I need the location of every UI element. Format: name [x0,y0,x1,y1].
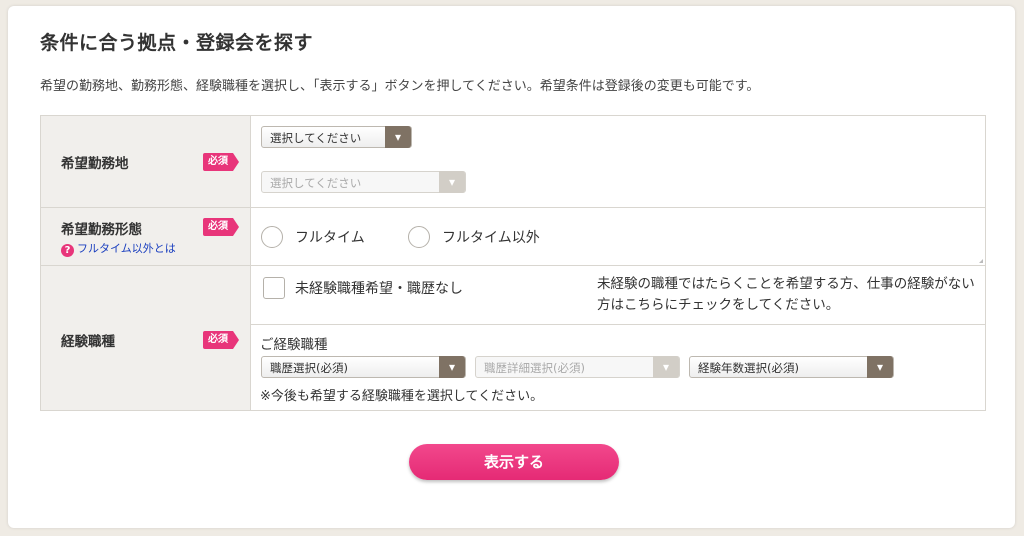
page-lead-text: 希望の勤務地、勤務形態、経験職種を選択し、「表示する」ボタンを押してください。希… [40,79,760,94]
job-select-value: 職歴選択(必須) [270,361,348,375]
radio-non-fulltime-label: フルタイム以外 [442,230,540,246]
search-form-table: 希望勤務地 必須 選択してください ▾ 選択してください ▾ 希望勤務形態 必須 [40,115,986,411]
radio-circle[interactable] [408,226,430,248]
experience-label: 経験職種 [61,334,115,350]
chevron-down-icon: ▾ [653,356,679,378]
chevron-down-icon: ▾ [385,126,411,148]
job-detail-select[interactable]: 職歴詳細選択(必須) ▾ [475,356,680,378]
work-style-header-cell: 希望勤務形態 必須 ? フルタイム以外とは [40,207,251,266]
chevron-down-icon: ▾ [439,356,465,378]
work-style-value-cell: フルタイム フルタイム以外 [250,207,986,266]
experience-sub-label: ご経験職種 [260,337,328,353]
no-experience-checkbox[interactable] [263,277,285,299]
prefecture-select[interactable]: 選択してください ▾ [261,126,412,148]
area-select[interactable]: 選択してください ▾ [261,171,466,193]
no-experience-checkbox-row[interactable]: 未経験職種希望・職歴なし [263,277,463,299]
no-experience-label: 未経験職種希望・職歴なし [295,281,463,297]
location-header-cell: 希望勤務地 必須 [40,115,251,208]
experience-header-cell: 経験職種 必須 [40,265,251,411]
job-detail-select-value: 職歴詳細選択(必須) [484,361,585,375]
chevron-down-icon: ▾ [439,171,465,193]
job-select[interactable]: 職歴選択(必須) ▾ [261,356,466,378]
location-value-cell: 選択してください ▾ 選択してください ▾ [250,115,986,208]
required-badge: 必須 [203,153,239,171]
show-results-button[interactable]: 表示する [409,444,619,480]
experience-years-select[interactable]: 経験年数選択(必須) ▾ [689,356,894,378]
page-title: 条件に合う拠点・登録会を探す [40,32,314,54]
resize-handle [979,259,983,263]
experience-value-cell: 未経験職種希望・職歴なし 未経験の職種ではたらくことを希望する方、仕事の経験がな… [250,265,986,411]
area-select-value: 選択してください [270,176,362,190]
chevron-down-icon: ▾ [867,356,893,378]
required-badge: 必須 [203,218,239,236]
no-experience-note: 未経験の職種ではたらくことを希望する方、仕事の経験がない方はこちらにチェックをし… [597,276,975,313]
radio-circle[interactable] [261,226,283,248]
question-circle-icon: ? [61,244,74,257]
divider [251,324,985,325]
search-card: 条件に合う拠点・登録会を探す 希望の勤務地、勤務形態、経験職種を選択し、「表示す… [8,6,1015,528]
location-label: 希望勤務地 [61,156,129,172]
required-badge: 必須 [203,331,239,349]
experience-years-select-value: 経験年数選択(必須) [698,361,799,375]
radio-fulltime-label: フルタイム [295,230,365,246]
work-style-label: 希望勤務形態 [61,222,142,238]
radio-non-fulltime[interactable]: フルタイム以外 [408,226,540,248]
fulltime-help-link[interactable]: ? フルタイム以外とは [61,240,176,257]
experience-note: ※今後も希望する経験職種を選択してください。 [260,389,544,404]
fulltime-help-link-text: フルタイム以外とは [77,242,176,255]
radio-fulltime[interactable]: フルタイム [261,226,365,248]
prefecture-select-value: 選択してください [270,131,362,145]
